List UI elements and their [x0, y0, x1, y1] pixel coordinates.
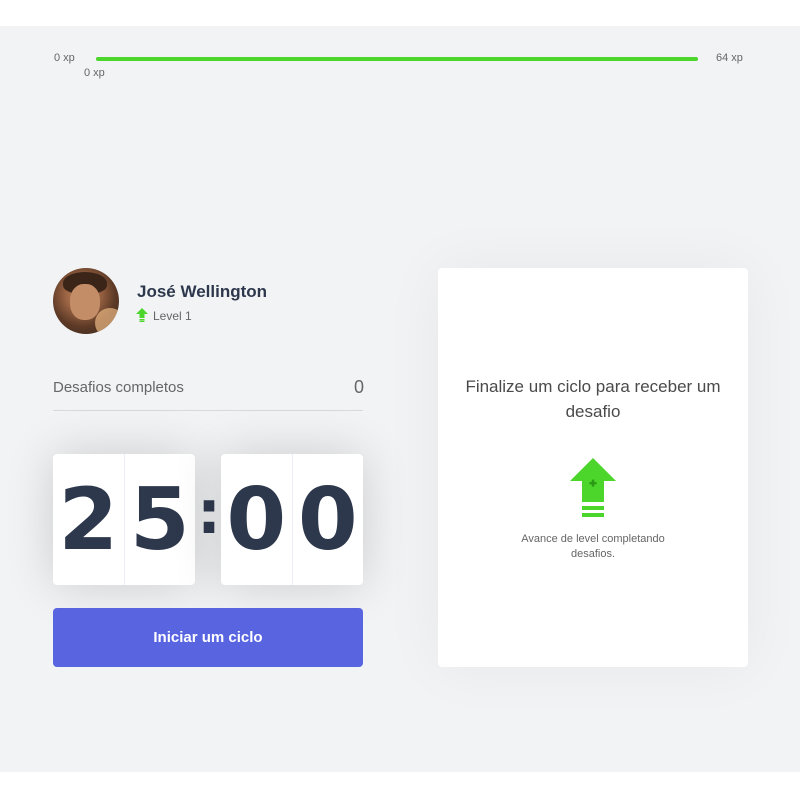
challenge-box-hint: Avance de level completando desafios.: [521, 533, 665, 560]
level-up-arrow-icon: [570, 458, 616, 517]
avatar: [53, 268, 119, 334]
start-cycle-button[interactable]: Iniciar um ciclo: [53, 608, 363, 667]
xp-current-label: 0 xp: [84, 67, 105, 79]
level-label: Level 1: [153, 309, 192, 323]
challenge-box-title: Finalize um ciclo para receber um desafi…: [465, 377, 721, 421]
completed-challenges-count: 0: [353, 377, 364, 397]
countdown-minutes: 2 5: [53, 454, 195, 585]
countdown-minute-tens: 2: [53, 454, 125, 585]
countdown-separator: :: [197, 478, 221, 548]
xp-min-label: 0 xp: [54, 52, 75, 64]
challenge-box: Finalize um ciclo para receber um desafi…: [438, 268, 748, 667]
divider: [53, 410, 363, 411]
user-name: José Wellington: [137, 282, 268, 301]
level-up-arrow-icon: [136, 308, 148, 322]
countdown-second-tens: 0: [221, 454, 293, 585]
experience-bar-fill: [96, 57, 698, 61]
countdown-seconds: 0 0: [221, 454, 363, 585]
countdown-minute-ones: 5: [129, 469, 190, 570]
xp-max-label: 64 xp: [716, 52, 743, 64]
experience-bar: [96, 57, 698, 61]
countdown-second-ones: 0: [297, 469, 358, 570]
completed-challenges-label: Desafios completos: [53, 379, 184, 396]
